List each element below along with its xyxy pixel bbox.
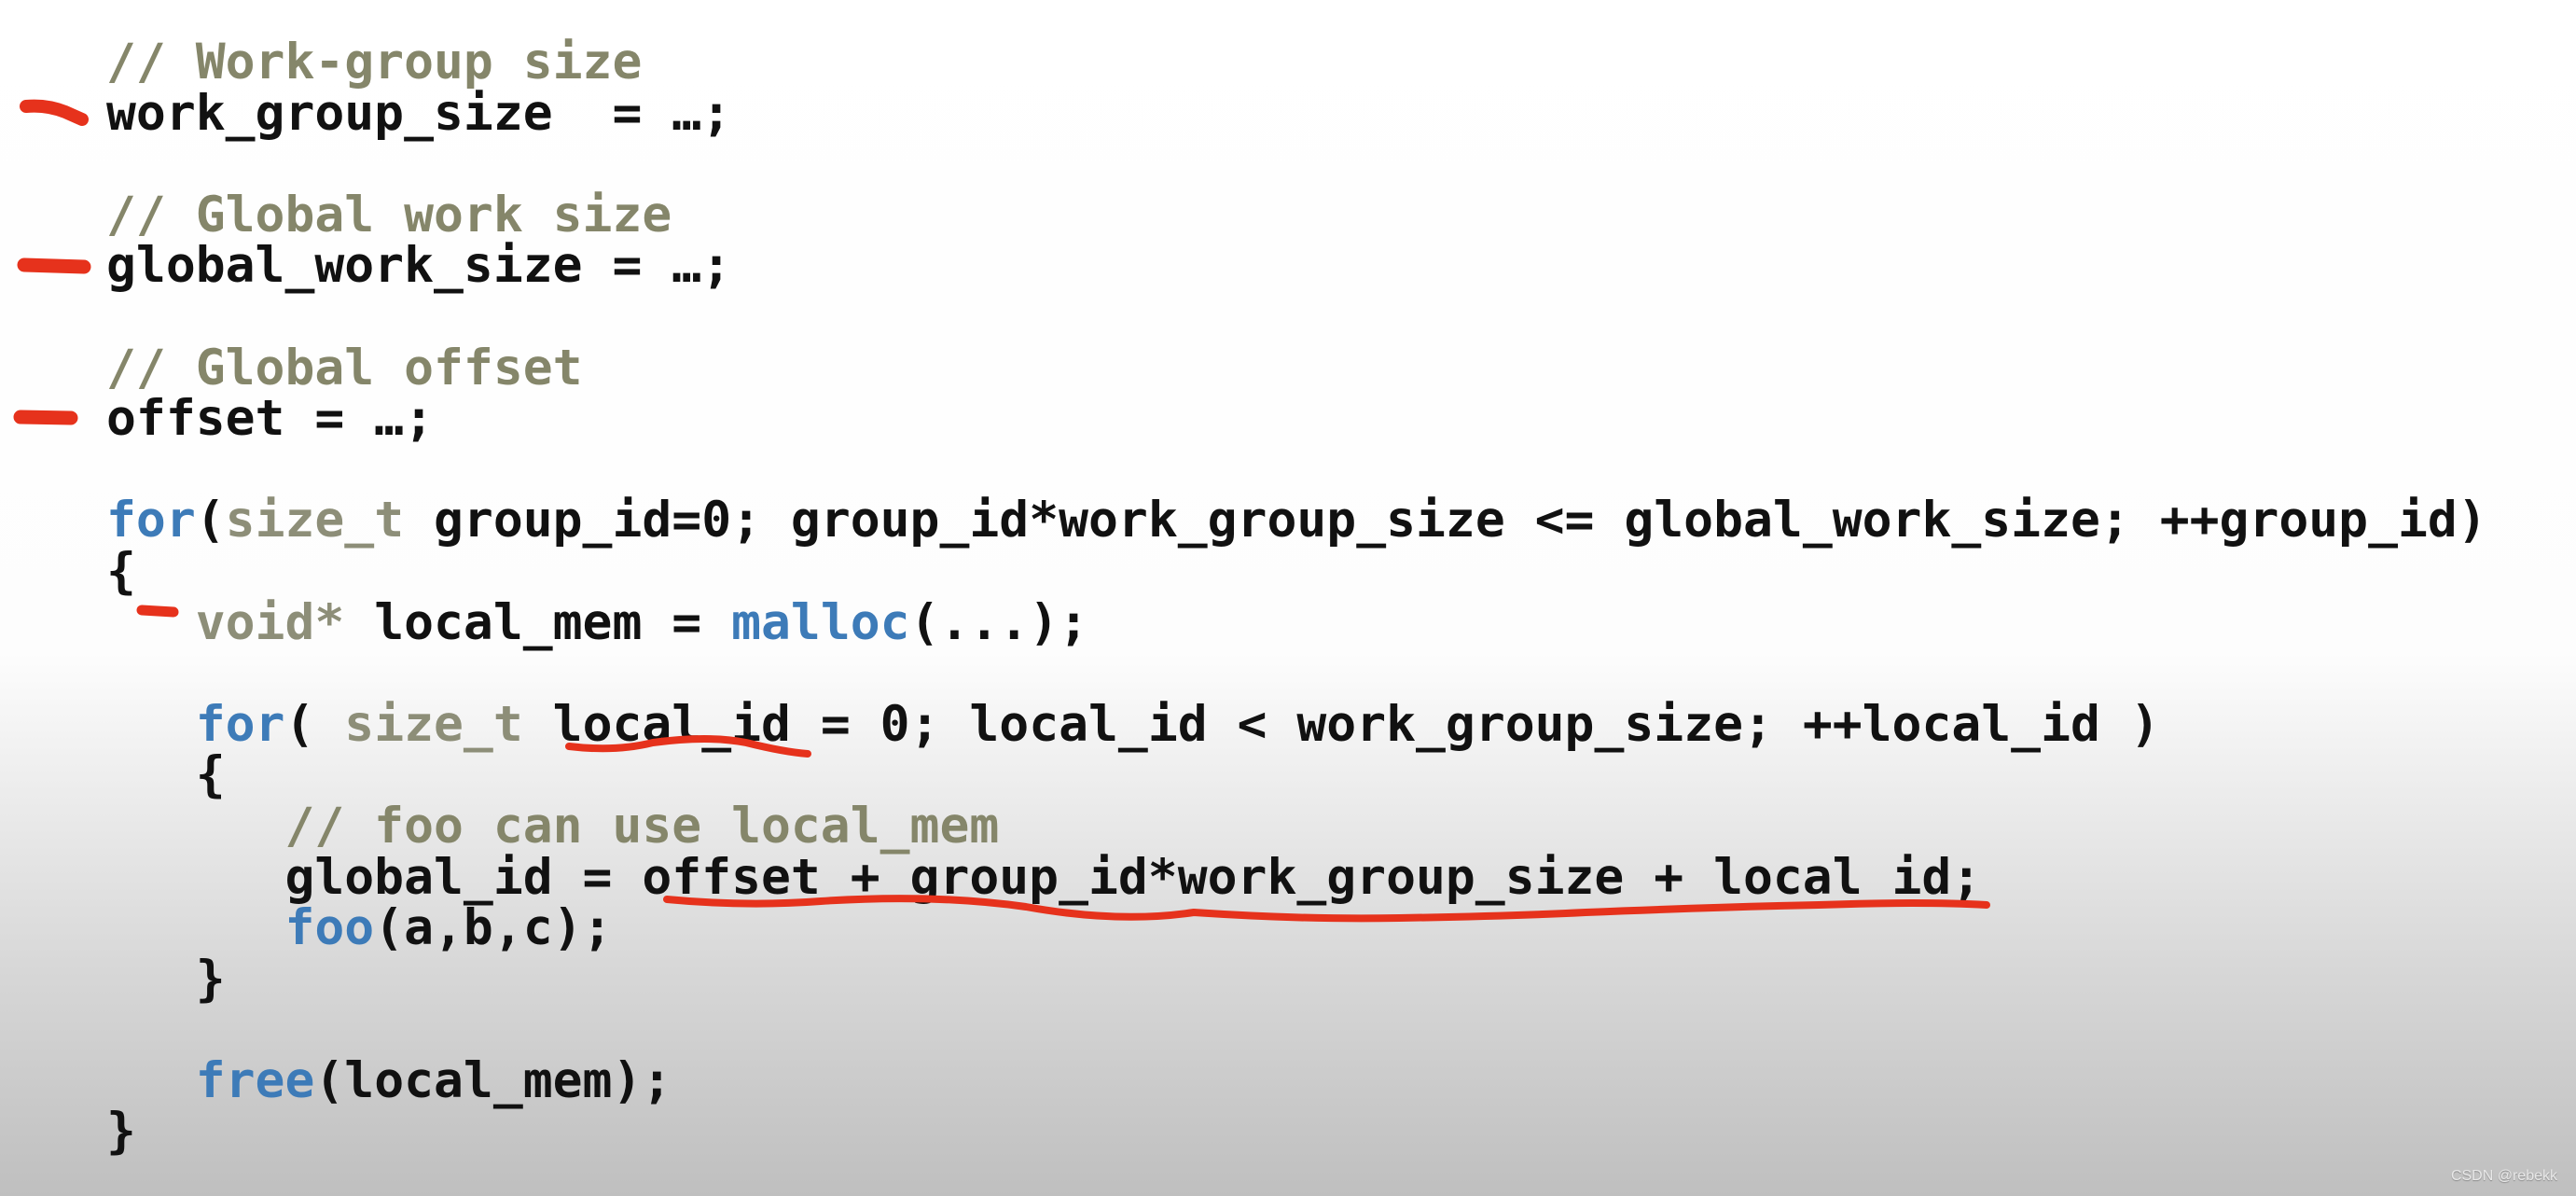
annotation-dash-global-work-size: [17, 257, 91, 274]
code-block: // Work-group size work_group_size = …; /…: [106, 34, 2487, 1158]
code-line: free(local_mem);: [106, 1055, 2487, 1107]
code-text: local_mem =: [344, 593, 732, 651]
code-keyword: free: [195, 1051, 315, 1109]
annotation-dash-work-group-size: [20, 99, 89, 126]
code-line: work_group_size = …;: [106, 88, 2487, 140]
code-line: // Work-group size: [106, 34, 2487, 90]
code-line: // foo can use local_mem: [106, 797, 2487, 855]
code-text: (...);: [909, 593, 1089, 651]
code-text: }: [106, 1103, 136, 1161]
code-keyword: malloc: [731, 593, 910, 651]
code-text: global_work_size = …;: [106, 237, 732, 295]
code-keyword: for: [106, 492, 196, 549]
code-text: (: [195, 492, 226, 549]
code-line: // Global offset: [106, 339, 2487, 396]
code-type: void*: [195, 593, 345, 651]
code-line: global_work_size = …;: [106, 241, 2487, 292]
watermark: CSDN @rebekk: [2450, 1168, 2557, 1184]
code-text: {: [106, 542, 136, 600]
code-line: {: [106, 750, 2487, 801]
code-comment: // Work-group size: [106, 34, 643, 90]
annotation-dash-offset: [13, 410, 78, 425]
code-line: }: [106, 1106, 2487, 1158]
code-text: (local_mem);: [314, 1051, 672, 1109]
code-text: (: [284, 695, 345, 753]
code-text: (a,b,c);: [374, 899, 613, 957]
code-text: {: [106, 746, 226, 804]
code-line: // Global work size: [106, 186, 2487, 243]
code-text: group_id=0; group_id*work_group_size <= …: [404, 492, 2487, 549]
code-line: for( size_t local_id = 0; local_id < wor…: [106, 699, 2487, 751]
code-text: }: [106, 950, 226, 1008]
code-text: local_id = 0; local_id < work_group_size…: [522, 695, 2160, 753]
code-comment: // foo can use local_mem: [284, 797, 1000, 855]
code-text: global_id = offset + group_id*work_group…: [106, 848, 1982, 906]
code-line: offset = …;: [106, 393, 2487, 445]
code-keyword: foo: [284, 899, 375, 957]
code-text: offset = …;: [106, 390, 434, 448]
code-text: work_group_size = …;: [106, 84, 732, 142]
code-comment: // Global offset: [106, 339, 583, 396]
code-type: size_t: [344, 695, 523, 753]
code-comment: // Global work size: [106, 186, 672, 243]
code-line: void* local_mem = malloc(...);: [106, 597, 2487, 649]
code-keyword: for: [195, 695, 285, 753]
code-line: for(size_t group_id=0; group_id*work_gro…: [106, 495, 2487, 547]
code-line: {: [106, 546, 2487, 598]
code-line: }: [106, 950, 2487, 1008]
code-line: global_id = offset + group_id*work_group…: [106, 852, 2487, 904]
code-line: foo(a,b,c);: [106, 902, 2487, 954]
code-type: size_t: [225, 492, 405, 549]
